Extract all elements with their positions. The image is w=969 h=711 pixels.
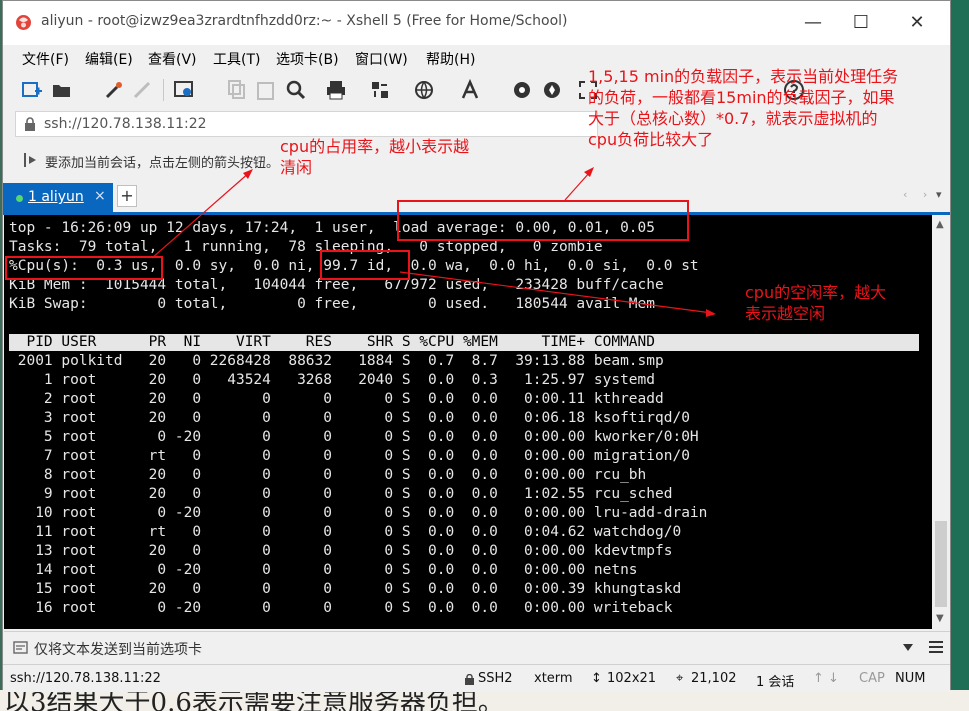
- cpu-usage-note-line: 清闲: [280, 158, 313, 177]
- cpu-idle-note-line: cpu的空闲率，越大: [745, 283, 887, 302]
- cpu-idle-annotation: cpu的空闲率，越大 表示越空闲: [745, 282, 886, 324]
- cpu-usage-annotation: cpu的占用率，越小表示越 清闲: [280, 136, 469, 178]
- load-note-line: cpu负荷比较大了: [588, 130, 714, 149]
- cpu-idle-note-line: 表示越空闲: [745, 304, 826, 323]
- load-note-line: 大于（总核心数）*0.7，就表示虚拟机的: [588, 109, 878, 128]
- load-note-line: 1,5,15 min的负载因子，表示当前处理任务: [588, 67, 899, 86]
- cpu-usage-note-line: cpu的占用率，越小表示越: [280, 137, 470, 156]
- load-note-line: 的负荷，一般都看15min的负载因子，如果: [588, 88, 895, 107]
- load-average-annotation: 1,5,15 min的负载因子，表示当前处理任务 的负荷，一般都看15min的负…: [588, 66, 898, 150]
